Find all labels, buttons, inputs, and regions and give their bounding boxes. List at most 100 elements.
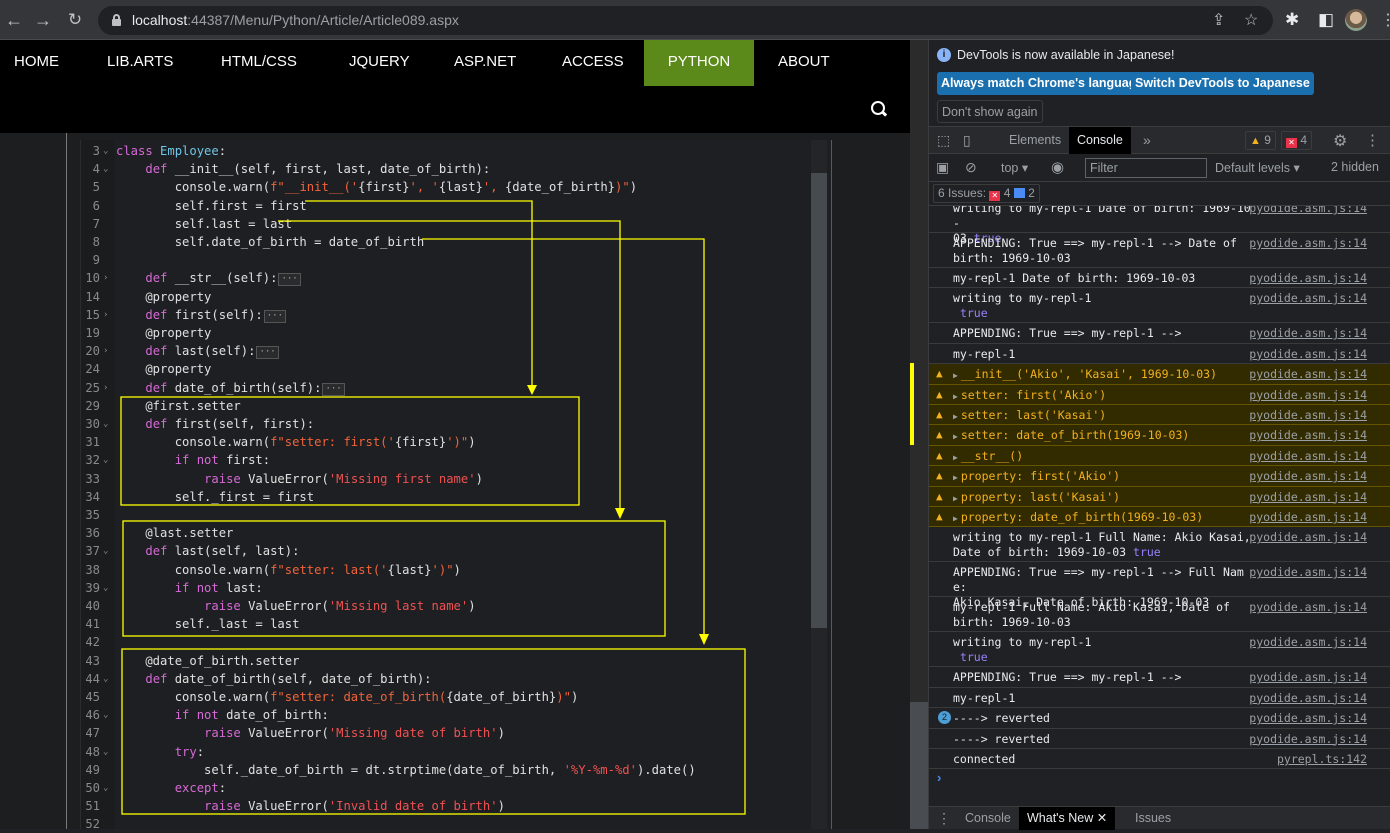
console-warning-row[interactable]: ▲ ▶ __str__() pyodide.asm.js:14	[929, 445, 1390, 467]
code-line[interactable]: 30 ⌄ def first(self, first):	[81, 415, 821, 433]
nav-html-css[interactable]: HTML/CSS	[207, 40, 311, 86]
expand-triangle-icon[interactable]: ▶	[953, 371, 958, 380]
more-tabs-icon[interactable]: »	[1135, 127, 1159, 154]
code-line[interactable]: 10 › def __str__(self): ···	[81, 269, 821, 287]
source-link[interactable]: pyrepl.ts:142	[1277, 752, 1367, 767]
source-link[interactable]: pyodide.asm.js:14	[1249, 469, 1367, 484]
console-log-row[interactable]: APPENDING: True ==> my-repl-1 --> Date o…	[929, 233, 1390, 268]
source-link[interactable]: pyodide.asm.js:14	[1249, 206, 1367, 216]
source-link[interactable]: pyodide.asm.js:14	[1249, 428, 1367, 443]
code-line[interactable]: 3 ⌄ class Employee:	[81, 142, 821, 160]
fold-expanded-icon[interactable]: ⌄	[103, 451, 108, 469]
star-icon[interactable]: ☆	[1244, 10, 1258, 30]
tab-console[interactable]: Console	[1069, 127, 1131, 154]
editor-scrollbar-thumb[interactable]	[811, 173, 827, 628]
console-filter-input[interactable]: Filter	[1085, 158, 1207, 178]
console-log-row[interactable]: writing to my-repl-1 true pyodide.asm.js:…	[929, 288, 1390, 324]
nav-python[interactable]: PYTHON	[644, 40, 754, 86]
code-line[interactable]: 8 self.date_of_birth = date_of_birth	[81, 233, 821, 251]
fold-expanded-icon[interactable]: ⌄	[103, 779, 108, 797]
source-link[interactable]: pyodide.asm.js:14	[1249, 367, 1367, 382]
nav-aspnet[interactable]: ASP.NET	[440, 40, 530, 86]
always-match-language-button[interactable]: Always match Chrome's language	[937, 72, 1148, 95]
code-line[interactable]: 37 ⌄ def last(self, last):	[81, 542, 821, 560]
code-line[interactable]: 31 console.warn(f"setter: first('{first}…	[81, 433, 821, 451]
code-line[interactable]: 33 raise ValueError('Missing first name'…	[81, 470, 821, 488]
console-log-row[interactable]: writing to my-repl-1 Full Name: Akio Kas…	[929, 527, 1390, 563]
code-line[interactable]: 9	[81, 251, 821, 269]
code-line[interactable]: 7 self.last = last	[81, 215, 821, 233]
device-toolbar-icon[interactable]: ▯	[963, 132, 971, 149]
code-line[interactable]: 46 ⌄ if not date_of_birth:	[81, 706, 821, 724]
console-log-row[interactable]: my-repl-1 Date of birth: 1969-10-03 pyodi…	[929, 268, 1390, 289]
expand-triangle-icon[interactable]: ▶	[953, 473, 958, 482]
devtools-menu-icon[interactable]: ⋮	[1365, 131, 1380, 149]
code-line[interactable]: 42	[81, 633, 821, 651]
source-link[interactable]: pyodide.asm.js:14	[1249, 711, 1367, 726]
code-line[interactable]: 34 self._first = first	[81, 488, 821, 506]
source-link[interactable]: pyodide.asm.js:14	[1249, 635, 1367, 650]
console-warning-row[interactable]: ▲ ▶ property: last('Kasai') pyodide.asm.js:…	[929, 486, 1390, 507]
url-text[interactable]: localhost:44387/Menu/Python/Article/Arti…	[132, 12, 459, 28]
code-line[interactable]: 35	[81, 506, 821, 524]
nav-jquery[interactable]: JQUERY	[335, 40, 424, 86]
console-log-row[interactable]: my-repl-1 Full Name: Akio Kasai, Date of…	[929, 597, 1390, 633]
source-link[interactable]: pyodide.asm.js:14	[1249, 670, 1367, 685]
forward-icon[interactable]: →	[31, 8, 55, 32]
fold-expanded-icon[interactable]: ⌄	[103, 542, 108, 560]
fold-collapsed-icon[interactable]: ›	[103, 306, 108, 324]
source-link[interactable]: pyodide.asm.js:14	[1249, 347, 1367, 362]
fold-collapsed-icon[interactable]: ›	[103, 379, 108, 397]
source-link[interactable]: pyodide.asm.js:14	[1249, 291, 1367, 306]
code-line[interactable]: 48 ⌄ try:	[81, 743, 821, 761]
context-selector[interactable]: top ▾	[1001, 160, 1028, 175]
fold-expanded-icon[interactable]: ⌄	[103, 142, 108, 160]
log-levels-dropdown[interactable]: Default levels ▾	[1215, 160, 1300, 175]
source-link[interactable]: pyodide.asm.js:14	[1249, 732, 1367, 747]
code-line[interactable]: 41 self._last = last	[81, 615, 821, 633]
code-line[interactable]: 51 raise ValueError('Invalid date of bir…	[81, 797, 821, 815]
reload-icon[interactable]: ↻	[63, 8, 87, 32]
code-line[interactable]: 50 ⌄ except:	[81, 779, 821, 797]
code-line[interactable]: 38 console.warn(f"setter: last('{last}')…	[81, 561, 821, 579]
share-icon[interactable]: ⇪	[1212, 10, 1225, 30]
expand-triangle-icon[interactable]: ▶	[953, 412, 958, 421]
code-line[interactable]: 24 @property	[81, 360, 821, 378]
console-log-row[interactable]: connected pyrepl.ts:142	[929, 749, 1390, 770]
nav-home[interactable]: HOME	[0, 40, 73, 86]
source-link[interactable]: pyodide.asm.js:14	[1249, 600, 1367, 615]
page-scrollbar-thumb[interactable]	[910, 702, 928, 829]
chrome-menu-icon[interactable]: ⋮	[1380, 10, 1390, 30]
nav-lib-arts[interactable]: LIB.ARTS	[93, 40, 187, 86]
code-line[interactable]: 4 ⌄ def __init__(self, first, last, date_…	[81, 160, 821, 178]
source-link[interactable]: pyodide.asm.js:14	[1249, 691, 1367, 706]
issues-button[interactable]: 6 Issues: ✕ 4 2	[933, 184, 1040, 203]
profile-avatar[interactable]	[1345, 9, 1367, 31]
console-warning-row[interactable]: ▲ ▶ __init__('Akio', 'Kasai', 1969-10-03) p…	[929, 364, 1390, 385]
extensions-icon[interactable]: ✱	[1285, 10, 1299, 30]
sidebar-toggle-icon[interactable]: ▣	[936, 159, 949, 176]
code-line[interactable]: 39 ⌄ if not last:	[81, 579, 821, 597]
source-link[interactable]: pyodide.asm.js:14	[1249, 408, 1367, 423]
console-warning-row[interactable]: ▲ ▶ setter: date_of_birth(1969-10-03) pyodi…	[929, 425, 1390, 446]
expand-triangle-icon[interactable]: ▶	[953, 494, 958, 503]
code-line[interactable]: 52	[81, 815, 821, 833]
settings-gear-icon[interactable]: ⚙	[1333, 131, 1347, 151]
side-panel-icon[interactable]: ◧	[1318, 10, 1334, 30]
console-prompt[interactable]: ›	[937, 770, 941, 785]
address-bar[interactable]: localhost:44387/Menu/Python/Article/Arti…	[98, 6, 1273, 35]
console-warning-row[interactable]: ▲ ▶ property: first('Akio') pyodide.asm.js:…	[929, 466, 1390, 487]
console-log-row[interactable]: ----> reverted pyodide.asm.js:14	[929, 729, 1390, 749]
code-line[interactable]: 14 @property	[81, 288, 821, 306]
drawer-tab-issues[interactable]: Issues	[1127, 807, 1179, 830]
fold-expanded-icon[interactable]: ⌄	[103, 706, 108, 724]
code-line[interactable]: 47 raise ValueError('Missing date of bir…	[81, 724, 821, 742]
search-icon[interactable]	[870, 100, 888, 118]
warnings-count[interactable]: ▲ 9	[1245, 131, 1276, 150]
code-line[interactable]: 36 @last.setter	[81, 524, 821, 542]
code-line[interactable]: 43 @date_of_birth.setter	[81, 652, 821, 670]
code-line[interactable]: 49 self._date_of_birth = dt.strptime(dat…	[81, 761, 821, 779]
code-line[interactable]: 20 › def last(self): ···	[81, 342, 821, 360]
close-icon[interactable]: ✕	[1097, 811, 1107, 825]
console-log-row[interactable]: writing to my-repl-1 true pyodide.asm.js:…	[929, 632, 1390, 668]
